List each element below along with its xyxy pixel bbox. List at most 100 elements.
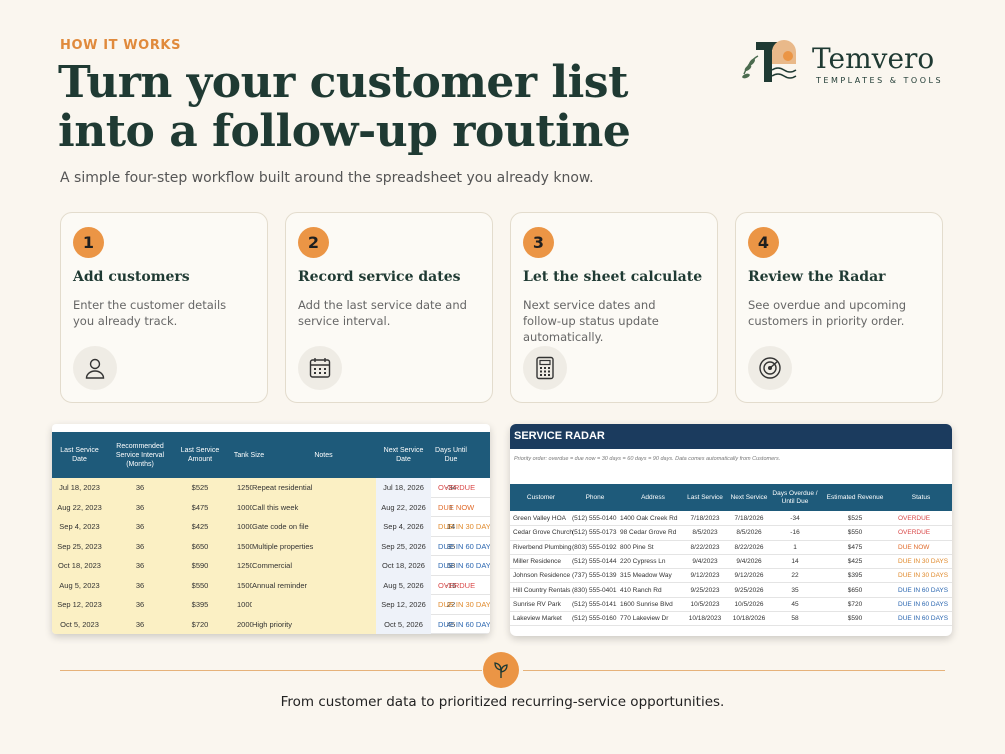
table-row: Johnson Residence (737) 555-0139 315 Meado… bbox=[510, 569, 952, 584]
step-title: Record service dates bbox=[298, 269, 461, 285]
table-cell: Sep 4, 2023 bbox=[52, 517, 107, 537]
table-cell: $650 bbox=[173, 536, 227, 556]
table-cell: 410 Ranch Rd bbox=[620, 586, 662, 594]
table-cell: 315 Meadow Way bbox=[620, 572, 672, 580]
radar-title: SERVICE RADAR bbox=[510, 424, 952, 449]
table-row: Riverbend Plumbing (803) 555-0192 800 Pine… bbox=[510, 541, 952, 555]
table-cell: $525 bbox=[847, 515, 863, 522]
table-cell: Cedar Grove Church bbox=[513, 529, 573, 537]
calendar-icon bbox=[298, 346, 342, 390]
table-cell: 58 bbox=[791, 615, 799, 623]
table-row: Hill Country Rentals (830) 555-0401 410 Ra… bbox=[510, 584, 952, 598]
table-row: Green Valley HOA (512) 555-0140 1400 Oak C… bbox=[510, 512, 952, 527]
table-cell: Johnson Residence bbox=[513, 572, 571, 580]
table-row: Sep 4, 2023 36 $425 1000 Gate code on file Se… bbox=[52, 517, 490, 537]
table-cell: Hill Country Rentals bbox=[513, 586, 571, 594]
table-cell: 1500 bbox=[227, 536, 254, 556]
table-cell: High priority bbox=[252, 614, 376, 634]
page-subtitle: A simple four-step workflow built around… bbox=[60, 170, 594, 186]
customer-spreadsheet: Last Service Date Recommended Service Int… bbox=[52, 424, 490, 634]
table-cell: 1250 bbox=[227, 478, 254, 498]
step-title: Review the Radar bbox=[748, 269, 886, 285]
step-title: Add customers bbox=[73, 269, 190, 285]
table-cell: DUE IN 30 DAYS bbox=[898, 572, 949, 580]
radar-header-row: Customer Phone Address Last Service Next Ser… bbox=[510, 484, 952, 511]
table-cell: Repeat residential bbox=[252, 478, 376, 498]
table-cell: $590 bbox=[847, 615, 863, 623]
table-cell: 8/5/2023 bbox=[692, 529, 718, 537]
column-header: Notes bbox=[314, 451, 333, 459]
table-cell: Call this week bbox=[252, 497, 376, 517]
table-cell: $650 bbox=[847, 586, 863, 594]
column-header: Address bbox=[641, 493, 665, 501]
table-cell: 36 bbox=[107, 556, 173, 576]
column-header: Tank Size bbox=[233, 451, 265, 459]
table-cell: $720 bbox=[173, 614, 227, 634]
table-row: Jul 18, 2023 36 $525 1250 Repeat residential… bbox=[52, 478, 490, 498]
table-cell: 1400 Oak Creek Rd bbox=[620, 515, 678, 522]
table-cell: Aug 5, 2023 bbox=[52, 575, 107, 595]
table-cell: $590 bbox=[173, 556, 227, 576]
table-cell: $425 bbox=[847, 557, 863, 565]
table-cell: (737) 555-0139 bbox=[572, 572, 617, 580]
table-cell: $475 bbox=[173, 497, 227, 517]
table-cell: DUE IN 60 DAYS bbox=[438, 541, 490, 551]
table-cell: 10/5/2023 bbox=[690, 600, 720, 608]
table-cell: Sep 4, 2026 bbox=[376, 517, 431, 537]
eyebrow: HOW IT WORKS bbox=[60, 38, 182, 53]
radar-note: Priority order: overdue = due now = 30 d… bbox=[514, 456, 781, 462]
table-cell: 45 bbox=[791, 600, 799, 608]
table-cell: 9/12/2026 bbox=[734, 572, 764, 580]
table-cell: (512) 555-0173 bbox=[572, 529, 617, 537]
table-cell: 36 bbox=[107, 575, 173, 595]
table-cell: $395 bbox=[847, 572, 863, 580]
table-cell: DUE IN 60 DAYS bbox=[898, 586, 949, 594]
step-description: Add the last service date and service in… bbox=[298, 298, 467, 328]
table-cell: Riverbend Plumbing bbox=[513, 543, 572, 551]
table-cell: 36 bbox=[107, 478, 173, 498]
table-cell: 9/4/2023 bbox=[692, 557, 718, 565]
table-cell: 1500 bbox=[227, 575, 254, 595]
table-cell: 1 bbox=[793, 543, 797, 551]
table-cell: Jul 18, 2026 bbox=[376, 478, 431, 498]
table-row: Sep 25, 2023 36 $650 1500 Multiple propertie… bbox=[52, 536, 490, 556]
column-header: Last Service Amount bbox=[180, 447, 220, 463]
table-cell: 9/25/2023 bbox=[690, 586, 720, 594]
brand-tagline: TEMPLATES & TOOLS bbox=[816, 76, 944, 85]
table-cell: OVERDUE bbox=[438, 580, 476, 590]
table-cell: Green Valley HOA bbox=[513, 515, 566, 522]
table-cell: 2000 bbox=[227, 614, 254, 634]
table-cell: 9/4/2026 bbox=[736, 557, 762, 565]
table-cell: 8/22/2026 bbox=[734, 543, 764, 551]
step-number: 1 bbox=[73, 227, 104, 258]
table-cell: DUE IN 30 DAYS bbox=[438, 600, 490, 609]
table-cell: $475 bbox=[847, 543, 863, 551]
table-cell: -16 bbox=[790, 529, 800, 537]
table-cell: (803) 555-0192 bbox=[572, 543, 617, 551]
column-header: Days Until Due bbox=[435, 447, 467, 463]
table-cell: 10/18/2023 bbox=[688, 615, 722, 623]
brand-name: Temvero bbox=[812, 42, 935, 75]
table-cell: Oct 18, 2026 bbox=[376, 556, 431, 576]
leaf-icon bbox=[483, 652, 519, 688]
step-number: 3 bbox=[523, 227, 554, 258]
table-cell: Sunrise RV Park bbox=[513, 600, 561, 608]
table-cell: 8/5/2026 bbox=[736, 529, 762, 537]
table-cell: Commercial bbox=[252, 556, 376, 576]
table-cell: DUE NOW bbox=[898, 543, 930, 551]
table-cell: Aug 5, 2026 bbox=[376, 575, 431, 595]
table-row: Sep 12, 2023 36 $395 1000 Sep 12, 2026 22 DUE … bbox=[52, 595, 490, 615]
table-cell: Oct 5, 2026 bbox=[376, 614, 431, 634]
radar-icon bbox=[748, 346, 792, 390]
table-cell: OVERDUE bbox=[898, 529, 931, 537]
table-cell: 8/22/2023 bbox=[690, 543, 720, 551]
table-cell: DUE IN 30 DAYS bbox=[898, 557, 949, 565]
table-row: Lakeview Market (512) 555-0160 770 Lakevie… bbox=[510, 612, 952, 627]
step-card-1: 1 Add customers Enter the customer detai… bbox=[60, 212, 268, 403]
table-cell bbox=[252, 595, 376, 615]
table-cell: 770 Lakeview Dr bbox=[620, 615, 669, 623]
footer-tagline: From customer data to prioritized recurr… bbox=[280, 694, 725, 710]
table-cell: 1000 bbox=[227, 595, 254, 615]
divider bbox=[523, 670, 945, 671]
table-cell: 14 bbox=[791, 557, 799, 565]
